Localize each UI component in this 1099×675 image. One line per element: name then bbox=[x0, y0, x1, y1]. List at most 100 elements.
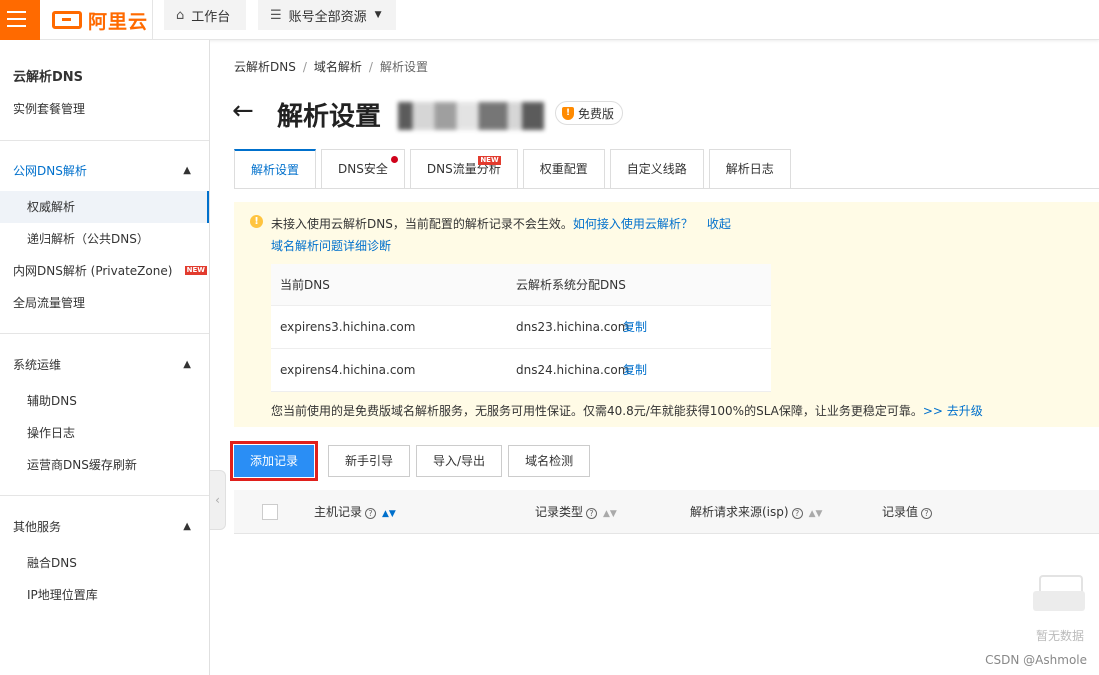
how-to-connect-link[interactable]: 如何接入使用云解析？ bbox=[573, 217, 693, 231]
resources-dropdown[interactable]: ☰ 账号全部资源 ▼ bbox=[258, 0, 396, 30]
sidebar-item-private-zone[interactable]: 内网DNS解析 (PrivateZone) NEW bbox=[0, 255, 209, 287]
sidebar-item-authoritative[interactable]: 权威解析 bbox=[0, 191, 209, 223]
sidebar-group-other[interactable]: 其他服务 ▲ bbox=[0, 511, 209, 543]
upgrade-text: 您当前使用的是免费版域名解析服务，无服务可用性保证。仅需40.8元/年就能获得1… bbox=[271, 404, 923, 418]
edition-badge: ! 免费版 bbox=[555, 101, 624, 125]
sidebar: 云解析DNS 实例套餐管理 公网DNS解析 ▲ 权威解析 递归解析（公共DNS）… bbox=[0, 40, 210, 675]
sidebar-item-op-log[interactable]: 操作日志 bbox=[0, 417, 209, 449]
help-icon[interactable]: ? bbox=[365, 508, 377, 519]
table-row: expirens3.hichina.com dns23.hichina.com … bbox=[271, 306, 771, 349]
copy-link[interactable]: 复制 bbox=[623, 349, 647, 392]
domain-check-button[interactable]: 域名检测 bbox=[508, 445, 591, 477]
column-record-type[interactable]: 记录类型? ▲▼ bbox=[535, 490, 617, 536]
tab-label: 解析日志 bbox=[725, 162, 774, 176]
help-icon[interactable]: ? bbox=[791, 508, 803, 519]
select-all-checkbox[interactable] bbox=[262, 504, 278, 520]
column-record-value[interactable]: 记录值? bbox=[882, 490, 933, 534]
assigned-dns-value: dns24.hichina.com bbox=[516, 363, 630, 377]
copy-link[interactable]: 复制 bbox=[623, 306, 647, 349]
sidebar-item-label: 实例套餐管理 bbox=[13, 102, 86, 116]
logo-text: 阿里云 bbox=[88, 10, 149, 33]
breadcrumb-item[interactable]: 云解析DNS bbox=[234, 60, 296, 74]
workbench-label: 工作台 bbox=[191, 9, 231, 25]
sort-icon[interactable]: ▲▼ bbox=[382, 509, 396, 519]
collapse-link[interactable]: 收起 bbox=[707, 217, 731, 231]
sidebar-item-aux-dns[interactable]: 辅助DNS bbox=[0, 385, 209, 417]
main-content: 云解析DNS / 域名解析 / 解析设置 ← 解析设置 ! 免费版 解析设置 DNS安全… bbox=[210, 40, 1099, 675]
tab-dns-security[interactable]: DNS安全 bbox=[321, 149, 405, 189]
sidebar-item-label: 权威解析 bbox=[27, 200, 76, 214]
column-isp-source[interactable]: 解析请求来源(isp)? ▲▼ bbox=[690, 490, 822, 536]
tab-resolution-settings[interactable]: 解析设置 bbox=[234, 149, 317, 189]
back-arrow-icon[interactable]: ← bbox=[232, 96, 254, 126]
sidebar-group-label: 公网DNS解析 bbox=[13, 164, 87, 178]
sidebar-item-label: 融合DNS bbox=[27, 556, 77, 570]
column-host-record[interactable]: 主机记录? ▲▼ bbox=[314, 490, 396, 536]
sidebar-item-instance-mgmt[interactable]: 实例套餐管理 bbox=[0, 93, 209, 125]
sidebar-item-label: 辅助DNS bbox=[27, 394, 77, 408]
tab-custom-lines[interactable]: 自定义线路 bbox=[609, 149, 704, 189]
new-badge: NEW bbox=[184, 266, 207, 275]
diagnose-link[interactable]: 域名解析问题详细诊断 bbox=[271, 237, 391, 254]
divider bbox=[0, 333, 209, 334]
sidebar-group-ops[interactable]: 系统运维 ▲ bbox=[0, 349, 209, 381]
watermark-text: CSDN @Ashmole bbox=[985, 653, 1087, 667]
blurred-domain-name bbox=[398, 102, 544, 130]
divider bbox=[0, 140, 209, 141]
hamburger-menu-icon[interactable] bbox=[0, 0, 40, 40]
column-header-label: 记录类型 bbox=[535, 505, 584, 519]
sidebar-title: 云解析DNS bbox=[13, 70, 84, 85]
sidebar-item-ip-geo[interactable]: IP地理位置库 bbox=[0, 579, 209, 611]
sort-icon[interactable]: ▲▼ bbox=[603, 509, 617, 519]
sidebar-item-fusion-dns[interactable]: 融合DNS bbox=[0, 547, 209, 579]
top-navigation-bar: 阿里云 ⌂ 工作台 ☰ 账号全部资源 ▼ bbox=[0, 0, 1099, 40]
records-table-header: 主机记录? ▲▼ 记录类型? ▲▼ 解析请求来源(isp)? ▲▼ 记录值? bbox=[234, 490, 1099, 534]
breadcrumb-item[interactable]: 域名解析 bbox=[314, 60, 362, 74]
tab-resolution-log[interactable]: 解析日志 bbox=[708, 149, 791, 189]
workbench-button[interactable]: ⌂ 工作台 bbox=[164, 0, 246, 30]
notice-banner: ! 未接入使用云解析DNS，当前配置的解析记录不会生效。如何接入使用云解析？ 收起… bbox=[234, 202, 1099, 427]
sidebar-item-label: IP地理位置库 bbox=[27, 588, 98, 602]
divider bbox=[152, 0, 153, 40]
home-icon: ⌂ bbox=[176, 7, 185, 23]
notice-message: 未接入使用云解析DNS，当前配置的解析记录不会生效。 bbox=[271, 217, 573, 231]
beginner-guide-button[interactable]: 新手引导 bbox=[328, 445, 411, 477]
column-header-label: 解析请求来源(isp) bbox=[690, 505, 789, 519]
breadcrumb-separator: / bbox=[368, 60, 373, 74]
current-dns-value: expirens4.hichina.com bbox=[280, 363, 416, 377]
sidebar-item-label: 全局流量管理 bbox=[13, 296, 86, 310]
tab-weight-config[interactable]: 权重配置 bbox=[522, 149, 605, 189]
divider bbox=[234, 188, 1099, 189]
resources-label: 账号全部资源 bbox=[288, 9, 367, 25]
chevron-up-icon: ▲ bbox=[183, 165, 191, 176]
assigned-dns-value: dns23.hichina.com bbox=[516, 320, 630, 334]
aliyun-logo-icon bbox=[52, 11, 82, 29]
chevron-up-icon: ▲ bbox=[183, 521, 191, 532]
warning-icon: ! bbox=[250, 215, 263, 228]
sidebar-group-label: 系统运维 bbox=[13, 358, 62, 372]
sidebar-group-public-dns[interactable]: 公网DNS解析 ▲ bbox=[0, 155, 209, 187]
empty-tray-icon bbox=[1033, 575, 1087, 613]
dns-server-table: 当前DNS 云解析系统分配DNS expirens3.hichina.com d… bbox=[271, 264, 771, 392]
tab-label: DNS安全 bbox=[338, 162, 388, 176]
sidebar-item-recursive[interactable]: 递归解析（公共DNS） bbox=[0, 223, 209, 255]
chevron-up-icon: ▲ bbox=[183, 359, 191, 370]
breadcrumb-current: 解析设置 bbox=[379, 60, 428, 74]
tab-dns-traffic-analysis[interactable]: DNS流量分析 NEW bbox=[409, 149, 518, 189]
tab-bar: 解析设置 DNS安全 DNS流量分析 NEW 权重配置 自定义线路 解析日志 bbox=[234, 149, 796, 189]
column-header-label: 主机记录 bbox=[314, 505, 363, 519]
add-record-button[interactable]: 添加记录 bbox=[230, 441, 318, 481]
upgrade-link[interactable]: >> 去升级 bbox=[923, 404, 983, 418]
import-export-button[interactable]: 导入/导出 bbox=[416, 445, 503, 477]
page-title: 解析设置 bbox=[277, 102, 382, 132]
aliyun-logo[interactable]: 阿里云 bbox=[52, 6, 148, 34]
upgrade-notice: 您当前使用的是免费版域名解析服务，无服务可用性保证。仅需40.8元/年就能获得1… bbox=[271, 402, 983, 419]
sidebar-item-global-traffic[interactable]: 全局流量管理 bbox=[0, 287, 209, 319]
help-icon[interactable]: ? bbox=[921, 508, 933, 519]
notification-dot bbox=[390, 156, 398, 163]
sort-icon[interactable]: ▲▼ bbox=[809, 509, 823, 519]
sidebar-item-isp-cache[interactable]: 运营商DNS缓存刷新 bbox=[0, 449, 209, 481]
table-row: expirens4.hichina.com dns24.hichina.com … bbox=[271, 349, 771, 392]
sidebar-group-label: 其他服务 bbox=[13, 520, 62, 534]
help-icon[interactable]: ? bbox=[586, 508, 598, 519]
